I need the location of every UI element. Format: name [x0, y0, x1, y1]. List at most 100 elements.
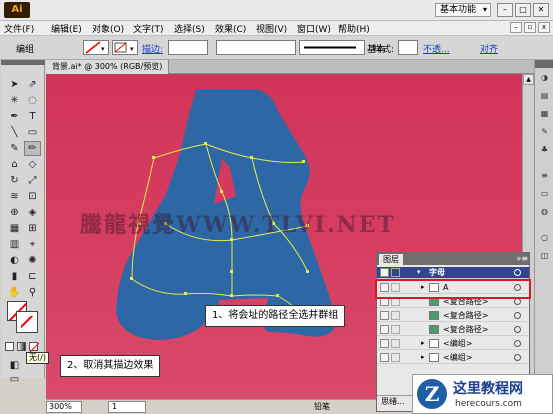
rectangle-tool-icon[interactable]: ▭: [24, 125, 41, 140]
artboard-tool-icon[interactable]: ⊏: [24, 269, 41, 284]
menu-help[interactable]: 帮助(H): [338, 22, 370, 35]
swatches-panel-icon[interactable]: ▦: [538, 108, 551, 120]
target-icon[interactable]: [514, 326, 521, 333]
variable-width-dropdown[interactable]: [216, 40, 296, 55]
pencil-tool-icon[interactable]: ✏: [24, 141, 41, 156]
expand-arrow-icon[interactable]: ▾: [417, 267, 421, 278]
selection-tool-icon[interactable]: ➤: [6, 77, 23, 92]
lock-toggle[interactable]: [391, 268, 400, 277]
none-button[interactable]: [29, 342, 39, 352]
brushes-panel-icon[interactable]: ✎: [538, 126, 551, 138]
paintbrush-tool-icon[interactable]: ✎: [6, 141, 23, 156]
document-tab[interactable]: 背景.ai* @ 300% (RGB/预览): [46, 60, 170, 74]
menu-type[interactable]: 文字(T): [133, 22, 164, 35]
layer-item-row[interactable]: ▸ <编组>: [377, 352, 529, 364]
free-transform-tool-icon[interactable]: ⊡: [24, 189, 41, 204]
stroke-weight-field[interactable]: [168, 40, 208, 55]
color-panel-icon[interactable]: ◑: [538, 72, 551, 84]
graphic-style-dropdown[interactable]: [398, 40, 418, 55]
layers-tab[interactable]: 图层: [379, 254, 403, 265]
appearance-panel-icon[interactable]: ○: [538, 232, 551, 244]
panel-menu-icon[interactable]: »≡: [516, 254, 528, 264]
visibility-icon[interactable]: [380, 268, 389, 277]
zoom-field[interactable]: 300%: [46, 401, 82, 413]
graphic-styles-icon[interactable]: ◫: [538, 250, 551, 262]
opacity-link[interactable]: 不透...: [423, 42, 450, 55]
direct-selection-tool-icon[interactable]: ⇗: [24, 77, 41, 92]
color-guide-icon[interactable]: ▤: [538, 90, 551, 102]
target-icon[interactable]: [514, 298, 521, 305]
target-icon[interactable]: [514, 312, 521, 319]
lasso-tool-icon[interactable]: ◌: [24, 93, 41, 108]
scroll-up-arrow[interactable]: ▲: [523, 74, 534, 85]
eraser-tool-icon[interactable]: ◇: [24, 157, 41, 172]
rotate-tool-icon[interactable]: ↻: [6, 173, 23, 188]
shape-builder-tool-icon[interactable]: ⊕: [6, 205, 23, 220]
lock-toggle[interactable]: [391, 311, 400, 320]
magic-wand-tool-icon[interactable]: ✳: [6, 93, 23, 108]
mesh-tool-icon[interactable]: ⊞: [24, 221, 41, 236]
warp-tool-icon[interactable]: ≋: [6, 189, 23, 204]
doc-minimize-button[interactable]: –: [510, 22, 522, 33]
draw-normal-icon[interactable]: ◧: [6, 358, 23, 373]
stroke-link[interactable]: 描边:: [142, 42, 163, 55]
menu-effect[interactable]: 效果(C): [215, 22, 246, 35]
menu-file[interactable]: 文件(F): [4, 22, 34, 35]
doc-close-button[interactable]: x: [538, 22, 550, 33]
color-button[interactable]: [5, 342, 14, 351]
stroke-color-dropdown[interactable]: ▾: [112, 40, 138, 55]
workspace-switcher[interactable]: 基本功能: [434, 3, 491, 17]
stroke-panel-icon[interactable]: ≡: [538, 170, 551, 182]
blend-tool-icon[interactable]: ◐: [6, 253, 23, 268]
target-icon[interactable]: [514, 340, 521, 347]
hand-tool-icon[interactable]: ✋: [6, 285, 23, 300]
minimize-button[interactable]: –: [497, 3, 513, 17]
layer-item-row[interactable]: <复合路径>: [377, 324, 529, 336]
lock-toggle[interactable]: [391, 339, 400, 348]
menu-object[interactable]: 对象(O): [92, 22, 124, 35]
eyedropper-tool-icon[interactable]: ⌖: [24, 237, 41, 252]
layer-row[interactable]: ▾ 字母: [377, 267, 529, 279]
close-button[interactable]: ✕: [533, 3, 549, 17]
pen-tool-icon[interactable]: ✒: [6, 109, 23, 124]
type-tool-icon[interactable]: T: [24, 109, 41, 124]
lock-toggle[interactable]: [391, 353, 400, 362]
live-paint-tool-icon[interactable]: ◈: [24, 205, 41, 220]
fill-color-dropdown[interactable]: ▾: [83, 40, 109, 55]
screen-mode-icon[interactable]: ▭: [6, 372, 23, 387]
doc-restore-button[interactable]: ▫: [524, 22, 536, 33]
lock-toggle[interactable]: [391, 325, 400, 334]
visibility-icon[interactable]: [380, 339, 389, 348]
transparency-panel-icon[interactable]: ◍: [538, 206, 551, 218]
line-tool-icon[interactable]: ╲: [6, 125, 23, 140]
menu-edit[interactable]: 编辑(E): [51, 22, 82, 35]
tools-panel-handle[interactable]: [1, 60, 45, 65]
gradient-button[interactable]: [17, 342, 26, 351]
visibility-icon[interactable]: [380, 325, 389, 334]
menu-window[interactable]: 窗口(W): [297, 22, 331, 35]
scale-tool-icon[interactable]: ⤢: [24, 173, 41, 188]
target-icon[interactable]: [514, 354, 521, 361]
artboard-number-field[interactable]: 1: [108, 401, 146, 413]
align-link[interactable]: 对齐: [480, 42, 498, 55]
symbols-panel-icon[interactable]: ♣: [538, 144, 551, 156]
expand-arrow-icon[interactable]: ▸: [421, 338, 425, 349]
visibility-icon[interactable]: [380, 353, 389, 362]
zoom-tool-icon[interactable]: ⚲: [24, 285, 41, 300]
perspective-grid-tool-icon[interactable]: ▦: [6, 221, 23, 236]
brush-definition-dropdown[interactable]: [299, 40, 365, 55]
symbol-sprayer-tool-icon[interactable]: ✺: [24, 253, 41, 268]
visibility-icon[interactable]: [380, 311, 389, 320]
column-graph-tool-icon[interactable]: ▮: [6, 269, 23, 284]
menu-select[interactable]: 选择(S): [174, 22, 205, 35]
gradient-panel-icon[interactable]: ▭: [538, 188, 551, 200]
stroke-swatch[interactable]: [16, 311, 38, 333]
blob-brush-tool-icon[interactable]: ⌂: [6, 157, 23, 172]
layer-item-row[interactable]: ▸ <编组>: [377, 338, 529, 350]
menu-view[interactable]: 视图(V): [256, 22, 287, 35]
maximize-button[interactable]: □: [515, 3, 531, 17]
target-icon[interactable]: [514, 269, 521, 276]
gradient-tool-icon[interactable]: ▥: [6, 237, 23, 252]
layer-item-row[interactable]: <复合路径>: [377, 310, 529, 322]
expand-arrow-icon[interactable]: ▸: [421, 352, 425, 363]
